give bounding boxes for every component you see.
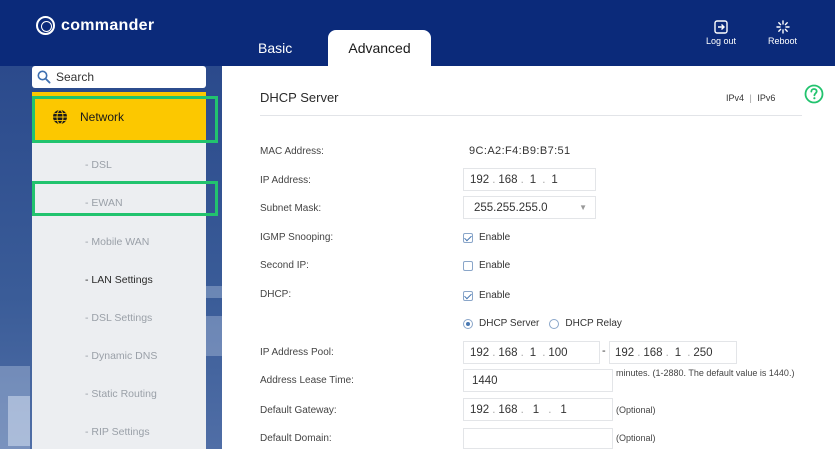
igmp-enable-label: Enable: [479, 232, 511, 243]
reboot-icon: [775, 20, 790, 34]
main-content: DHCP Server IPv4 | IPv6 MAC Address: 9C:…: [222, 66, 835, 449]
ip-version-switch: IPv4 | IPv6: [726, 93, 775, 103]
ipv4-link[interactable]: IPv4: [726, 93, 744, 103]
logout-label: Log out: [706, 36, 737, 46]
sidebar-item-rip-settings[interactable]: - RIP Settings: [85, 426, 150, 438]
search-input[interactable]: Search: [32, 66, 206, 88]
search-icon: [37, 70, 51, 84]
ip-octet[interactable]: 168: [498, 347, 517, 359]
title-divider: [260, 115, 802, 116]
ip-octet[interactable]: 1: [527, 174, 539, 186]
ip-octet[interactable]: 192: [470, 174, 489, 186]
ip-separator: |: [749, 93, 752, 103]
lease-time-input[interactable]: 1440: [463, 369, 613, 392]
help-icon[interactable]: [804, 84, 824, 104]
subnet-mask-select[interactable]: 255.255.255.0 ▼: [463, 196, 596, 219]
ip-octet[interactable]: 168: [643, 347, 662, 359]
ip-octet[interactable]: 192: [470, 347, 489, 359]
tab-advanced[interactable]: Advanced: [328, 30, 431, 66]
ip-pool-separator: -: [602, 345, 607, 357]
second-ip-enable-label: Enable: [479, 260, 511, 271]
sidebar-item-mobile-wan[interactable]: - Mobile WAN: [85, 236, 149, 248]
tab-basic[interactable]: Basic: [258, 30, 292, 66]
default-domain-input[interactable]: [463, 428, 613, 449]
ip-pool-label: IP Address Pool:: [260, 347, 334, 358]
ip-octet[interactable]: 1: [527, 404, 545, 416]
default-domain-hint: (Optional): [616, 433, 656, 443]
reboot-button[interactable]: Reboot: [768, 20, 797, 46]
checkbox-checked-icon: [463, 290, 473, 301]
lease-time-hint: minutes. (1-2880. The default value is 1…: [616, 368, 795, 378]
radio-unselected-icon[interactable]: [549, 318, 560, 329]
dhcp-server-radio-label[interactable]: DHCP Server: [479, 318, 539, 329]
ip-octet[interactable]: 192: [470, 404, 489, 416]
dhcp-relay-radio-label[interactable]: DHCP Relay: [565, 318, 622, 329]
ip-pool-end-field[interactable]: 192. 168. 1. 250: [609, 341, 737, 364]
lease-time-label: Address Lease Time:: [260, 375, 354, 386]
lease-time-value: 1440: [472, 374, 498, 387]
default-gateway-field[interactable]: 192. 168. 1. 1: [463, 398, 613, 421]
mac-address-label: MAC Address:: [260, 146, 324, 157]
checkbox-unchecked-icon: [463, 260, 473, 271]
ip-octet[interactable]: 250: [693, 347, 712, 359]
highlight-box-ewan: [32, 181, 218, 216]
sidebar-item-static-routing[interactable]: - Static Routing: [85, 388, 157, 400]
subnet-mask-value: 255.255.255.0: [474, 201, 548, 214]
second-ip-label: Second IP:: [260, 260, 309, 271]
brand-logo: commander: [36, 16, 154, 35]
igmp-enable-checkbox[interactable]: Enable: [463, 232, 510, 243]
dhcp-label: DHCP:: [260, 289, 292, 300]
ip-pool-start-field[interactable]: 192. 168. 1. 100: [463, 341, 600, 364]
default-gateway-hint: (Optional): [616, 405, 656, 415]
top-header: commander Basic Advanced Log out Reboot: [0, 0, 835, 66]
ip-octet[interactable]: 168: [498, 174, 517, 186]
ip-octet[interactable]: 1: [672, 347, 684, 359]
page-title: DHCP Server: [260, 90, 339, 105]
logout-button[interactable]: Log out: [706, 20, 736, 46]
ip-octet[interactable]: 168: [498, 404, 517, 416]
ip-octet[interactable]: 100: [548, 347, 567, 359]
ip-octet[interactable]: 1: [548, 174, 560, 186]
sidebar-item-dynamic-dns[interactable]: - Dynamic DNS: [85, 350, 157, 362]
dhcp-enable-label: Enable: [479, 290, 511, 301]
sidebar-pattern: [206, 286, 222, 298]
nav-panel: Network - DSL - EWAN - Mobile WAN - LAN …: [32, 92, 206, 449]
sidebar-pattern: [206, 316, 222, 356]
chevron-down-icon: ▼: [579, 203, 587, 212]
second-ip-enable-checkbox[interactable]: Enable: [463, 260, 510, 271]
ip-address-label: IP Address:: [260, 175, 311, 186]
ip-octet[interactable]: 192: [615, 347, 634, 359]
ip-octet[interactable]: 1: [527, 347, 539, 359]
checkbox-checked-icon: [463, 232, 473, 243]
sidebar-item-lan-settings[interactable]: - LAN Settings: [85, 274, 153, 286]
reboot-label: Reboot: [768, 36, 798, 46]
ip-octet[interactable]: 1: [554, 404, 572, 416]
default-gateway-label: Default Gateway:: [260, 405, 337, 416]
dhcp-mode-group: DHCP Server DHCP Relay: [463, 318, 622, 329]
logo-mark-icon: [36, 16, 55, 35]
ipv6-link[interactable]: IPv6: [757, 93, 775, 103]
mac-address-value: 9C:A2:F4:B9:B7:51: [469, 145, 571, 157]
default-domain-label: Default Domain:: [260, 433, 332, 444]
sidebar-item-dsl-settings[interactable]: - DSL Settings: [85, 312, 152, 324]
brand-name: commander: [61, 16, 155, 34]
sidebar-item-dsl[interactable]: - DSL: [85, 159, 112, 171]
radio-selected-icon[interactable]: [463, 318, 473, 329]
dhcp-enable-checkbox[interactable]: Enable: [463, 290, 510, 301]
sidebar-pattern: [8, 396, 30, 446]
subnet-mask-label: Subnet Mask:: [260, 203, 322, 214]
logout-icon: [714, 20, 728, 34]
ip-address-field[interactable]: 192. 168. 1. 1: [463, 168, 596, 191]
highlight-box-network: [32, 96, 218, 143]
search-placeholder: Search: [56, 70, 95, 84]
igmp-snooping-label: IGMP Snooping:: [260, 232, 334, 243]
